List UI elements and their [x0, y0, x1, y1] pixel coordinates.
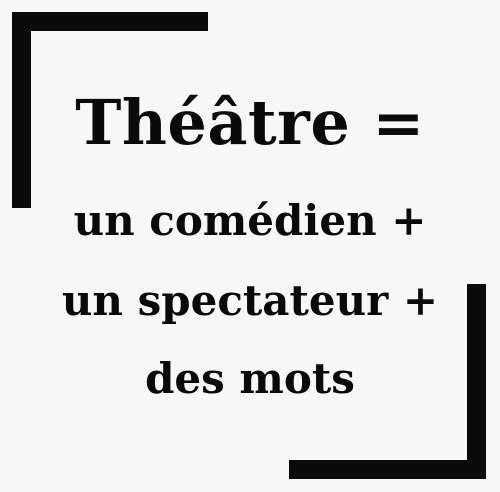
- quote-text: Théâtre = un comédien + un spectateur + …: [0, 0, 500, 492]
- quote-line-2: un comédien +: [73, 196, 427, 245]
- quote-line-title: Théâtre =: [75, 86, 425, 159]
- quote-line-4: des mots: [145, 354, 355, 403]
- quote-card: Théâtre = un comédien + un spectateur + …: [0, 0, 500, 492]
- quote-line-3: un spectateur +: [61, 276, 439, 325]
